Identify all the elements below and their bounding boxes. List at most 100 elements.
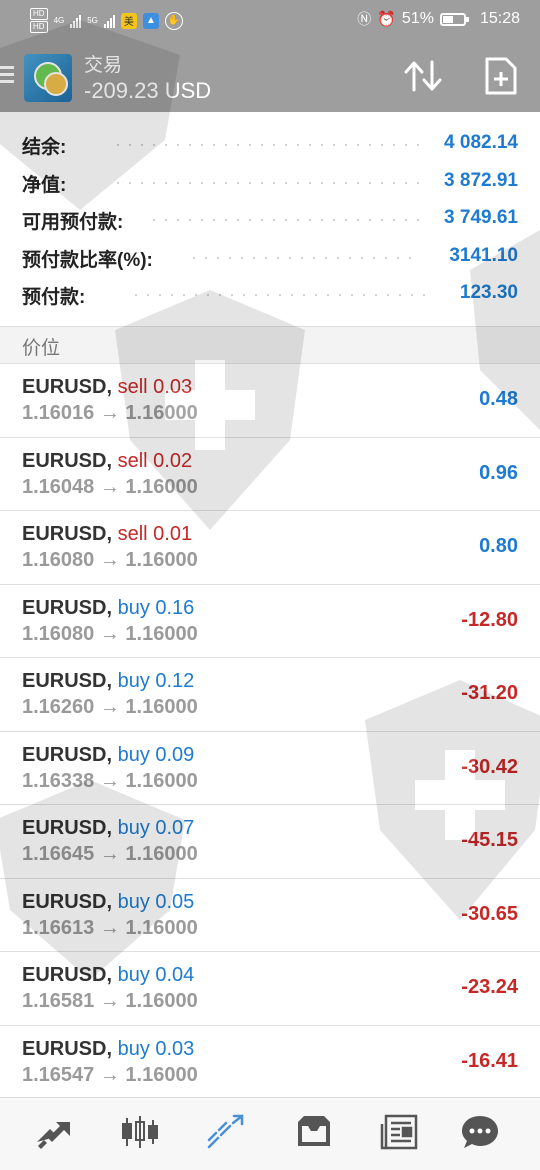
- position-side: buy 0.05: [117, 890, 195, 913]
- leader-dots: [130, 294, 430, 296]
- new-order-icon[interactable]: [484, 56, 518, 96]
- history-inbox-icon[interactable]: [294, 1114, 334, 1150]
- position-prices: 1.16260 → 1.16000: [22, 696, 198, 718]
- position-row[interactable]: EURUSD, buy 0.04 1.16581 → 1.16000 -23.24: [0, 952, 540, 1026]
- battery-fill: [442, 15, 453, 23]
- section-title: 价位: [22, 338, 61, 359]
- position-side: buy 0.09: [117, 743, 195, 766]
- position-row[interactable]: EURUSD, sell 0.02 1.16048 → 1.16000 0.96: [0, 438, 540, 511]
- symbol-name: EURUSD,: [22, 1037, 113, 1060]
- hd-badge: HD: [30, 8, 48, 20]
- summary-label: 结余:: [22, 137, 67, 158]
- position-prices: 1.16016 → 1.16000: [22, 402, 198, 424]
- position-symbol: EURUSD, buy 0.16: [22, 597, 194, 620]
- position-side: buy 0.16: [117, 596, 195, 619]
- symbol-name: EURUSD,: [22, 376, 113, 398]
- summary-row-margin: 预付款: 123.30: [0, 276, 540, 314]
- summary-label: 预付款比率(%):: [22, 249, 153, 271]
- position-row[interactable]: EURUSD, buy 0.05 1.16613 → 1.16000 -30.65: [0, 879, 540, 952]
- position-row[interactable]: EURUSD, sell 0.03 1.16016 → 1.16000 0.48: [0, 364, 540, 438]
- summary-row-free-margin: 可用预付款: 3 749.61: [0, 201, 540, 239]
- chart-candles-icon[interactable]: [120, 1114, 160, 1150]
- status-left: HD HD 4G 5G 美 ▲ ✋: [30, 8, 183, 33]
- network-5g-label: 5G: [87, 16, 98, 25]
- position-profit: 0.80: [479, 535, 518, 557]
- position-symbol: EURUSD, buy 0.12: [22, 670, 194, 693]
- hand-icon: ✋: [164, 11, 183, 30]
- position-profit: -23.24: [461, 976, 518, 998]
- summary-value: 3 872.91: [444, 169, 518, 191]
- summary-value: 123.30: [459, 282, 518, 303]
- hd-badge-2: HD: [30, 21, 48, 33]
- position-side: sell 0.03: [117, 376, 193, 398]
- position-symbol: EURUSD, buy 0.05: [22, 891, 194, 914]
- summary-row-margin-level: 预付款比率(%): 3141.10: [0, 239, 540, 277]
- clock: 15:28: [479, 10, 520, 27]
- sort-icon[interactable]: [402, 58, 444, 94]
- position-symbol: EURUSD, sell 0.02: [22, 450, 192, 473]
- summary-label: 预付款:: [22, 287, 86, 308]
- symbol-name: EURUSD,: [22, 449, 113, 472]
- symbol-name: EURUSD,: [22, 743, 113, 766]
- position-profit: -30.65: [461, 902, 518, 925]
- position-symbol: EURUSD, sell 0.01: [22, 523, 192, 546]
- nfc-icon: Ⓝ: [357, 11, 372, 27]
- leader-dots: [188, 256, 420, 259]
- position-prices: 1.16581 → 1.16000: [22, 990, 198, 1012]
- position-prices: 1.16080 → 1.16000: [22, 549, 198, 571]
- symbol-name: EURUSD,: [22, 670, 113, 692]
- symbol-name: EURUSD,: [22, 817, 113, 839]
- leader-dots: [112, 144, 420, 146]
- position-side: sell 0.02: [117, 449, 193, 472]
- signal-icon: [70, 14, 82, 28]
- summary-label: 净值:: [22, 174, 67, 196]
- quotes-icon[interactable]: [34, 1114, 74, 1150]
- hd-badges: HD HD: [30, 8, 48, 33]
- position-prices: 1.16645 → 1.16000: [22, 843, 198, 865]
- position-prices: 1.16048 → 1.16000: [22, 475, 198, 498]
- position-symbol: EURUSD, buy 0.09: [22, 744, 194, 767]
- position-row[interactable]: EURUSD, sell 0.01 1.16080 → 1.16000 0.80: [0, 511, 540, 585]
- position-prices: 1.16613 → 1.16000: [22, 916, 198, 939]
- position-side: sell 0.01: [117, 523, 193, 545]
- summary-label: 可用预付款:: [22, 212, 124, 233]
- position-prices: 1.16080 → 1.16000: [22, 622, 198, 645]
- position-side: buy 0.04: [117, 964, 195, 986]
- signal-icon-2: [103, 14, 115, 28]
- symbol-name: EURUSD,: [22, 596, 113, 619]
- position-side: buy 0.12: [117, 670, 195, 692]
- position-row[interactable]: EURUSD, buy 0.03 1.16547 → 1.16000 -16.41: [0, 1026, 540, 1099]
- trade-icon[interactable]: [206, 1114, 246, 1150]
- positions-section-header: 价位: [0, 326, 540, 364]
- menu-icon[interactable]: [0, 66, 14, 84]
- summary-row-equity: 净值: 3 872.91: [0, 164, 540, 202]
- summary-row-balance: 结余: 4 082.14: [0, 126, 540, 164]
- symbol-name: EURUSD,: [22, 964, 113, 986]
- chat-icon[interactable]: [460, 1114, 500, 1150]
- leader-dots: [112, 181, 420, 184]
- position-symbol: EURUSD, buy 0.07: [22, 817, 194, 840]
- position-profit: -30.42: [461, 755, 518, 778]
- positions-list: EURUSD, sell 0.03 1.16016 → 1.16000 0.48 EU…: [0, 364, 540, 1099]
- position-side: buy 0.03: [117, 1037, 195, 1060]
- position-symbol: EURUSD, buy 0.03: [22, 1038, 194, 1061]
- position-symbol: EURUSD, buy 0.04: [22, 964, 194, 987]
- position-row[interactable]: EURUSD, buy 0.09 1.16338 → 1.16000 -30.42: [0, 732, 540, 805]
- position-row[interactable]: EURUSD, buy 0.12 1.16260 → 1.16000 -31.20: [0, 658, 540, 732]
- battery-icon: [439, 12, 469, 26]
- position-prices: 1.16338 → 1.16000: [22, 769, 198, 792]
- news-icon[interactable]: [380, 1114, 420, 1150]
- position-profit: 0.48: [479, 388, 518, 410]
- position-side: buy 0.07: [117, 817, 195, 839]
- position-profit: -45.15: [461, 829, 518, 851]
- page-title: 交易: [84, 55, 123, 76]
- summary-value: 3141.10: [449, 244, 518, 266]
- leader-dots: [148, 219, 420, 221]
- position-row[interactable]: EURUSD, buy 0.16 1.16080 → 1.16000 -12.80: [0, 585, 540, 658]
- summary-value: 3 749.61: [444, 207, 518, 228]
- position-row[interactable]: EURUSD, buy 0.07 1.16645 → 1.16000 -45.15: [0, 805, 540, 879]
- app-logo[interactable]: [24, 54, 72, 102]
- position-profit: -31.20: [461, 682, 518, 704]
- network-4g-label: 4G: [53, 16, 65, 25]
- status-bar: HD HD 4G 5G 美 ▲ ✋ Ⓝ ⏰ 51% 15:28: [0, 0, 540, 40]
